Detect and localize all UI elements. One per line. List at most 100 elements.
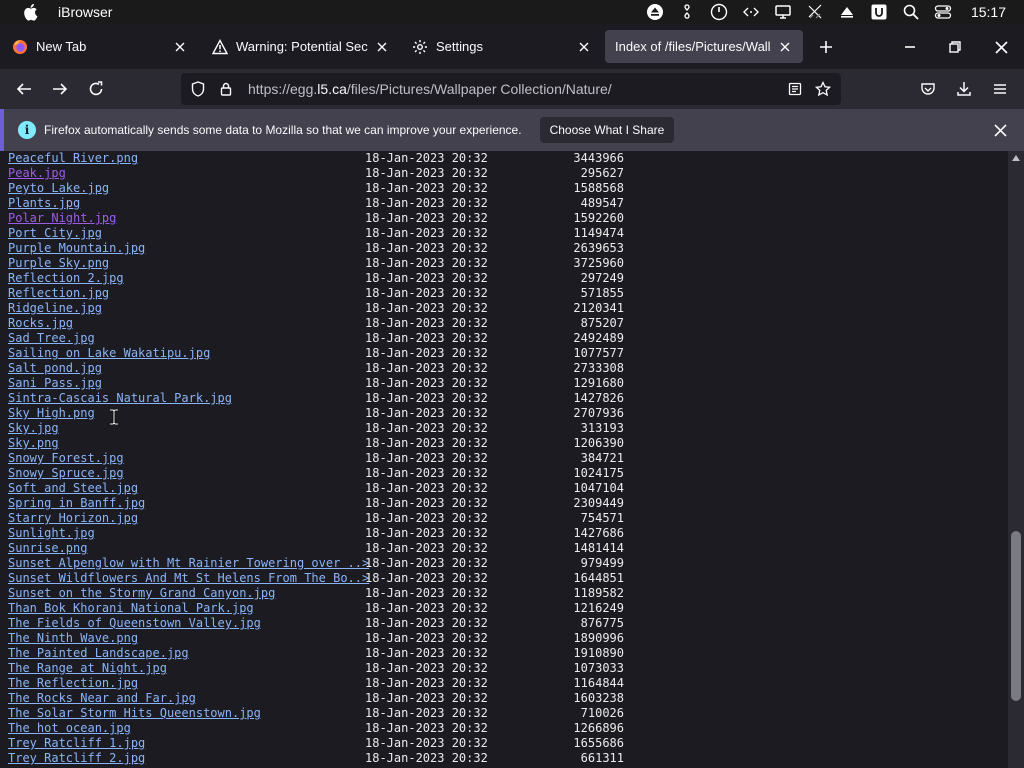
scissors-icon[interactable] xyxy=(678,3,696,21)
forward-button[interactable] xyxy=(46,75,74,103)
shield-icon[interactable] xyxy=(184,75,212,103)
file-size: 1073033 xyxy=(573,661,624,675)
tab-settings[interactable]: Settings xyxy=(402,30,602,63)
menubar-clock[interactable]: 15:17 xyxy=(971,4,1006,20)
pocket-icon[interactable] xyxy=(914,75,942,103)
back-button[interactable] xyxy=(10,75,38,103)
vertical-scrollbar[interactable] xyxy=(1008,151,1024,768)
file-link[interactable]: The Rocks Near and Far.jpg xyxy=(8,691,196,706)
file-link[interactable]: Purple Mountain.jpg xyxy=(8,241,145,256)
close-window-button[interactable] xyxy=(988,34,1014,60)
file-row: Sunset on the Stormy Grand Canyon.jpg 18-… xyxy=(8,586,628,601)
url-text[interactable]: https://egg.l5.ca/files/Pictures/Wallpap… xyxy=(248,81,781,97)
file-date: 18-Jan-2023 20:32 xyxy=(365,616,488,630)
file-link[interactable]: Sunset on the Stormy Grand Canyon.jpg xyxy=(8,586,275,601)
close-tab-icon[interactable] xyxy=(172,39,188,55)
file-link[interactable]: Polar Night.jpg xyxy=(8,211,116,226)
mute-icon[interactable] xyxy=(806,3,824,21)
reader-view-icon[interactable] xyxy=(781,75,809,103)
file-link[interactable]: Reflection.jpg xyxy=(8,286,109,301)
file-size: 661311 xyxy=(580,751,624,765)
file-link[interactable]: Snowy Spruce.jpg xyxy=(8,466,124,481)
close-tab-icon[interactable] xyxy=(576,39,592,55)
file-link[interactable]: Sunset Wildflowers And Mt St Helens From… xyxy=(8,571,369,586)
close-tab-icon[interactable] xyxy=(777,39,793,55)
code-icon[interactable] xyxy=(742,3,760,21)
file-row: Plants.jpg 18-Jan-2023 20:32 489547 xyxy=(8,196,628,211)
file-size: 1890996 xyxy=(573,631,624,645)
file-link[interactable]: Sky.jpg xyxy=(8,421,59,436)
minimize-button[interactable] xyxy=(897,34,923,60)
file-link[interactable]: Trey Ratcliff 2.jpg xyxy=(8,751,145,766)
file-row: Salt pond.jpg 18-Jan-2023 20:32 2733308 xyxy=(8,361,628,376)
file-link[interactable]: Peak.jpg xyxy=(8,166,66,181)
monitor-icon[interactable] xyxy=(774,3,792,21)
file-link[interactable]: Ridgeline.jpg xyxy=(8,301,102,316)
file-link[interactable]: Rocks.jpg xyxy=(8,316,73,331)
file-row: Rocks.jpg 18-Jan-2023 20:32 875207 xyxy=(8,316,628,331)
file-date: 18-Jan-2023 20:32 xyxy=(365,466,488,480)
eject-icon[interactable] xyxy=(646,3,664,21)
file-date: 18-Jan-2023 20:32 xyxy=(365,346,488,360)
file-link[interactable]: Sky High.png xyxy=(8,406,95,421)
tab-directory-index[interactable]: Index of /files/Pictures/Wallpaper Colle… xyxy=(605,30,803,63)
file-link[interactable]: Sad Tree.jpg xyxy=(8,331,95,346)
file-link[interactable]: Reflection 2.jpg xyxy=(8,271,124,286)
tab-security-warning[interactable]: Warning: Potential Security Risk Ahead xyxy=(202,30,400,63)
close-tab-icon[interactable] xyxy=(374,39,390,55)
file-link[interactable]: The Range at Night.jpg xyxy=(8,661,167,676)
scrollbar-thumb[interactable] xyxy=(1011,531,1021,701)
file-link[interactable]: Spring in Banff.jpg xyxy=(8,496,145,511)
lock-icon[interactable] xyxy=(212,75,240,103)
file-link[interactable]: The Solar Storm Hits Queenstown.jpg xyxy=(8,706,261,721)
file-date: 18-Jan-2023 20:32 xyxy=(365,406,488,420)
file-link[interactable]: Sani Pass.jpg xyxy=(8,376,102,391)
file-link[interactable]: Starry Horizon.jpg xyxy=(8,511,138,526)
choose-what-i-share-button[interactable]: Choose What I Share xyxy=(539,117,675,143)
file-link[interactable]: Sky.png xyxy=(8,436,59,451)
file-date: 18-Jan-2023 20:32 xyxy=(365,511,488,525)
new-tab-button[interactable] xyxy=(813,34,839,60)
file-date: 18-Jan-2023 20:32 xyxy=(365,226,488,240)
hamburger-menu-icon[interactable] xyxy=(986,75,1014,103)
downloads-icon[interactable] xyxy=(950,75,978,103)
file-size: 875207 xyxy=(580,316,624,330)
file-link[interactable]: Sailing on Lake Wakatipu.jpg xyxy=(8,346,210,361)
url-bar[interactable]: https://egg.l5.ca/files/Pictures/Wallpap… xyxy=(181,73,841,105)
file-link[interactable]: The Painted Landscape.jpg xyxy=(8,646,189,661)
file-link[interactable]: Sunrise.png xyxy=(8,541,87,556)
scroll-up-arrow-icon[interactable] xyxy=(1012,155,1020,161)
file-link[interactable]: The hot ocean.jpg xyxy=(8,721,131,736)
control-center-icon[interactable] xyxy=(934,3,952,21)
file-link[interactable]: The Fields of Queenstown Valley.jpg xyxy=(8,616,261,631)
file-link[interactable]: Peyto Lake.jpg xyxy=(8,181,109,196)
file-link[interactable]: Port City.jpg xyxy=(8,226,102,241)
file-link[interactable]: Plants.jpg xyxy=(8,196,80,211)
file-link[interactable]: Sunset Alpenglow with Mt Rainier Towerin… xyxy=(8,556,369,571)
triangle-up-icon[interactable] xyxy=(838,3,856,21)
search-icon[interactable] xyxy=(902,3,920,21)
reload-button[interactable] xyxy=(82,75,110,103)
app-name[interactable]: iBrowser xyxy=(58,4,112,20)
restore-button[interactable] xyxy=(942,34,968,60)
file-link[interactable]: The Ninth Wave.png xyxy=(8,631,138,646)
file-link[interactable]: Soft and Steel.jpg xyxy=(8,481,138,496)
tab-new-tab[interactable]: New Tab xyxy=(2,30,198,63)
file-date: 18-Jan-2023 20:32 xyxy=(365,181,488,195)
file-link[interactable]: Sintra-Cascais Natural Park.jpg xyxy=(8,391,232,406)
file-link[interactable]: Peaceful River.png xyxy=(8,151,138,166)
file-link[interactable]: Than Bok Khorani National Park.jpg xyxy=(8,601,254,616)
file-link[interactable]: Salt pond.jpg xyxy=(8,361,102,376)
file-link[interactable]: Sunlight.jpg xyxy=(8,526,95,541)
user-u-icon[interactable] xyxy=(870,3,888,21)
file-link[interactable]: Purple Sky.png xyxy=(8,256,109,271)
file-size: 1603238 xyxy=(573,691,624,705)
file-date: 18-Jan-2023 20:32 xyxy=(365,541,488,555)
power-icon[interactable] xyxy=(710,3,728,21)
file-link[interactable]: Snowy Forest.jpg xyxy=(8,451,124,466)
file-link[interactable]: The Reflection.jpg xyxy=(8,676,138,691)
close-notification-icon[interactable] xyxy=(990,120,1010,140)
apple-icon[interactable] xyxy=(20,2,40,22)
file-link[interactable]: Trey Ratcliff 1.jpg xyxy=(8,736,145,751)
bookmark-star-icon[interactable] xyxy=(809,75,837,103)
